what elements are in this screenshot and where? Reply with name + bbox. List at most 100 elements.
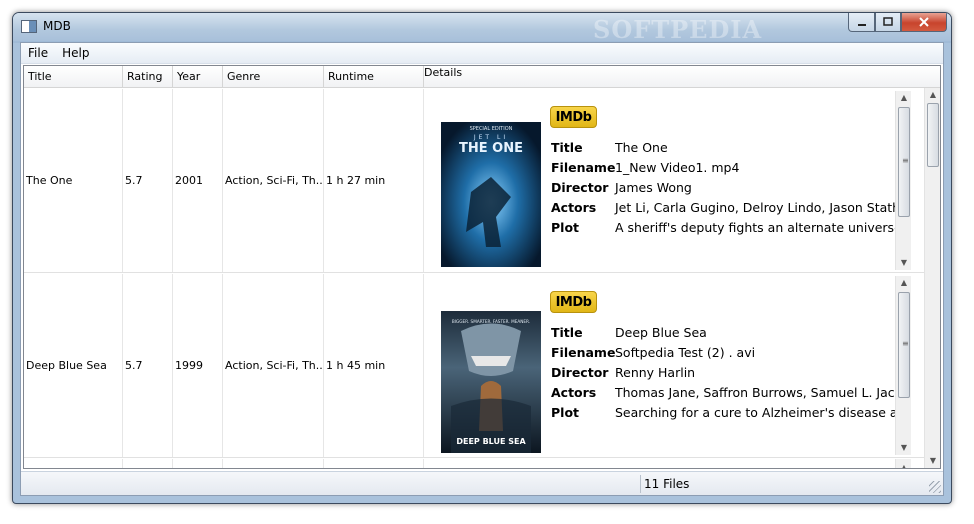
resize-grip-icon[interactable] <box>929 481 941 493</box>
scroll-up-icon[interactable]: ▲ <box>896 276 911 290</box>
info-row-filename: Filename Softpedia Test (2) . avi <box>551 345 896 361</box>
column-header-runtime[interactable]: Runtime <box>324 66 424 88</box>
imdb-logo[interactable]: IMDb <box>550 106 597 128</box>
close-icon <box>919 17 929 27</box>
info-key: Title <box>551 140 583 155</box>
cell-details: ▲ <box>424 459 911 468</box>
info-row-director: Director Renny Harlin <box>551 365 896 381</box>
cell-title <box>24 459 123 468</box>
poster-the-one-icon: SPECIAL EDITION JET LI THE ONE <box>441 122 541 267</box>
poster-text-title: DEEP BLUE SEA <box>456 437 526 446</box>
scroll-down-icon[interactable]: ▼ <box>925 454 940 468</box>
imdb-logo[interactable]: IMDb <box>550 291 597 313</box>
menu-bar: File Help <box>21 43 943 64</box>
table-row[interactable]: The One 5.7 2001 Action, Sci-Fi, Th... 1… <box>24 89 924 273</box>
table-row[interactable]: ▲ <box>24 459 924 468</box>
info-row-actors: Actors Thomas Jane, Saffron Burrows, Sam… <box>551 385 911 401</box>
maximize-button[interactable] <box>875 13 901 32</box>
minimize-button[interactable] <box>848 13 875 32</box>
client-area: File Help Title Rating Year Genre Runtim… <box>20 42 944 496</box>
cell-genre: Action, Sci-Fi, Th... <box>223 274 324 457</box>
info-key: Actors <box>551 385 597 400</box>
close-button[interactable] <box>901 13 947 32</box>
cell-title: The One <box>24 89 123 272</box>
grip-icon: ≡ <box>902 339 909 348</box>
info-row-filename: Filename 1_New Video1. mp4 <box>551 160 896 176</box>
info-row-title: Title Deep Blue Sea <box>551 325 896 341</box>
info-key: Plot <box>551 405 580 420</box>
info-value: Renny Harlin <box>615 365 696 380</box>
poster-deep-blue-sea-icon: BIGGER. SMARTER. FASTER. MEANER. DEEP BL… <box>441 311 541 453</box>
column-header-genre[interactable]: Genre <box>223 66 324 88</box>
title-bar[interactable]: MDB SOFTPEDIA <box>13 13 951 44</box>
table-scrollbar[interactable]: ▲ ▼ <box>924 88 940 468</box>
status-file-count: 11 Files <box>644 477 690 491</box>
details-panel: SPECIAL EDITION JET LI THE ONE IMDb Titl… <box>424 89 911 272</box>
info-value: James Wong <box>615 180 692 195</box>
info-key: Plot <box>551 220 580 235</box>
scroll-thumb[interactable]: ≡ <box>898 107 910 217</box>
column-header-year[interactable]: Year <box>173 66 223 88</box>
app-window: MDB SOFTPEDIA File Help Title Rating Yea… <box>12 12 952 504</box>
watermark: SOFTPEDIA <box>593 15 763 44</box>
scroll-thumb[interactable]: ≡ <box>898 292 910 398</box>
details-info: Title Deep Blue Sea Filename Softpedia T… <box>551 325 911 425</box>
scroll-up-icon[interactable]: ▲ <box>896 91 911 105</box>
info-value: Deep Blue Sea <box>615 325 707 340</box>
info-key: Actors <box>551 200 597 215</box>
info-row-director: Director James Wong <box>551 180 896 196</box>
movie-table: Title Rating Year Genre Runtime Details … <box>23 65 941 469</box>
details-panel: BIGGER. SMARTER. FASTER. MEANER. DEEP BL… <box>424 274 911 457</box>
info-row-plot: Plot A sheriff's deputy fights an altern… <box>551 220 911 236</box>
cell-rating: 5.7 <box>123 89 173 272</box>
column-header-rating[interactable]: Rating <box>123 66 173 88</box>
menu-help[interactable]: Help <box>55 46 96 60</box>
poster-text-tagline: BIGGER. SMARTER. FASTER. MEANER. <box>452 319 530 324</box>
scroll-up-icon[interactable]: ▲ <box>896 461 911 468</box>
table-row[interactable]: Deep Blue Sea 5.7 1999 Action, Sci-Fi, T… <box>24 274 924 458</box>
scroll-up-icon[interactable]: ▲ <box>925 88 940 102</box>
table-header: Title Rating Year Genre Runtime Details <box>24 66 940 88</box>
info-value: 1_New Video1. mp4 <box>615 160 740 175</box>
cell-rating: 5.7 <box>123 274 173 457</box>
info-key: Director <box>551 180 609 195</box>
info-value: Softpedia Test (2) . avi <box>615 345 756 360</box>
poster-text-title: THE ONE <box>459 141 523 156</box>
status-bar: 11 Files <box>21 471 943 495</box>
cell-details: BIGGER. SMARTER. FASTER. MEANER. DEEP BL… <box>424 274 911 457</box>
details-scrollbar[interactable]: ▲ ≡ ▼ <box>895 276 911 455</box>
cell-year: 1999 <box>173 274 223 457</box>
info-row-actors: Actors Jet Li, Carla Gugino, Delroy Lind… <box>551 200 911 216</box>
scroll-down-icon[interactable]: ▼ <box>896 441 911 455</box>
cell-year: 2001 <box>173 89 223 272</box>
cell-title: Deep Blue Sea <box>24 274 123 457</box>
status-separator <box>640 475 641 493</box>
cell-genre: Action, Sci-Fi, Th... <box>223 89 324 272</box>
cell-runtime: 1 h 45 min <box>324 274 424 457</box>
poster-text-edition: SPECIAL EDITION <box>470 126 513 132</box>
info-key: Title <box>551 325 583 340</box>
scroll-down-icon[interactable]: ▼ <box>896 256 911 270</box>
column-header-details[interactable]: Details <box>424 66 940 88</box>
info-value: Searching for a cure to Alzheimer's dise… <box>615 405 911 420</box>
cell-rating <box>123 459 173 468</box>
cell-details: SPECIAL EDITION JET LI THE ONE IMDb Titl… <box>424 89 911 272</box>
maximize-icon <box>883 17 893 26</box>
details-scrollbar[interactable]: ▲ ≡ ▼ <box>895 91 911 270</box>
column-header-title[interactable]: Title <box>24 66 123 88</box>
info-value: Thomas Jane, Saffron Burrows, Samuel L. … <box>615 385 911 400</box>
poster-text-actor: JET LI <box>473 134 508 141</box>
cell-runtime <box>324 459 424 468</box>
app-icon <box>21 20 37 33</box>
scroll-thumb[interactable] <box>927 103 939 167</box>
cell-year <box>173 459 223 468</box>
details-scrollbar[interactable]: ▲ <box>895 459 911 468</box>
info-row-plot: Plot Searching for a cure to Alzheimer's… <box>551 405 911 421</box>
menu-file[interactable]: File <box>21 46 55 60</box>
cell-runtime: 1 h 27 min <box>324 89 424 272</box>
cell-genre <box>223 459 324 468</box>
minimize-icon <box>857 24 866 26</box>
caption-buttons <box>848 13 947 32</box>
grip-icon: ≡ <box>902 156 909 165</box>
info-value: Jet Li, Carla Gugino, Delroy Lindo, Jaso… <box>615 200 911 215</box>
